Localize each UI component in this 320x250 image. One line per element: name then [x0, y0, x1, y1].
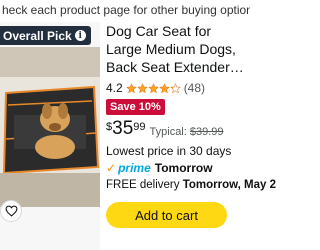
save-to-list-button[interactable] [0, 200, 22, 222]
price-whole: 35 [112, 118, 134, 139]
buying-options-banner: heck each product page for other buying … [0, 0, 250, 21]
star-rating [125, 82, 181, 94]
save-badge: Save 10% [106, 99, 165, 115]
star-icon [169, 82, 181, 93]
info-icon[interactable]: i [74, 30, 86, 41]
prime-delivery-row: ✓ prime Tomorrow [106, 161, 250, 175]
star-icon [136, 82, 148, 93]
add-to-cart-button[interactable]: Add to cart [106, 202, 227, 228]
typical-price-value: $39.99 [189, 126, 224, 138]
product-details: Dog Car Seat for Large Medium Dogs, Back… [106, 22, 276, 250]
delivery-prefix: FREE delivery [106, 179, 180, 191]
prime-delivery-day: Tomorrow [154, 161, 213, 175]
free-delivery-info: FREE delivery Tomorrow, May 2 [106, 179, 276, 191]
product-title[interactable]: Dog Car Seat for Large Medium Dogs, Back… [106, 22, 250, 76]
typical-price: Typical: $39.99 [150, 126, 224, 138]
lowest-price-note: Lowest price in 30 days [106, 144, 232, 158]
price-fraction: 99 [133, 121, 146, 133]
overall-pick-badge: Overall Pick i [0, 26, 91, 45]
current-price: $ 35 99 [106, 119, 146, 139]
star-icon [125, 82, 137, 93]
banner-text: heck each product page for other buying … [2, 3, 250, 17]
heart-outline-icon [5, 205, 17, 217]
rating-row[interactable]: 4.2 (48) [106, 80, 250, 96]
overall-pick-label: Overall Pick [3, 28, 72, 43]
product-card[interactable]: Overall Pick i Dog Car Seat for Large Me… [0, 22, 276, 250]
typical-label: Typical: [149, 126, 187, 138]
review-count[interactable]: (48) [184, 81, 205, 95]
star-icon [147, 82, 159, 93]
price-row: $ 35 99 Typical: $39.99 [106, 119, 250, 141]
star-icon [158, 82, 170, 93]
product-image-pane[interactable]: Overall Pick i [0, 22, 100, 250]
product-image[interactable] [0, 47, 100, 207]
check-icon: ✓ [106, 161, 117, 175]
delivery-date: Tomorrow, May 2 [182, 179, 276, 191]
rating-value: 4.2 [106, 81, 123, 95]
prime-logo: prime [118, 161, 151, 175]
